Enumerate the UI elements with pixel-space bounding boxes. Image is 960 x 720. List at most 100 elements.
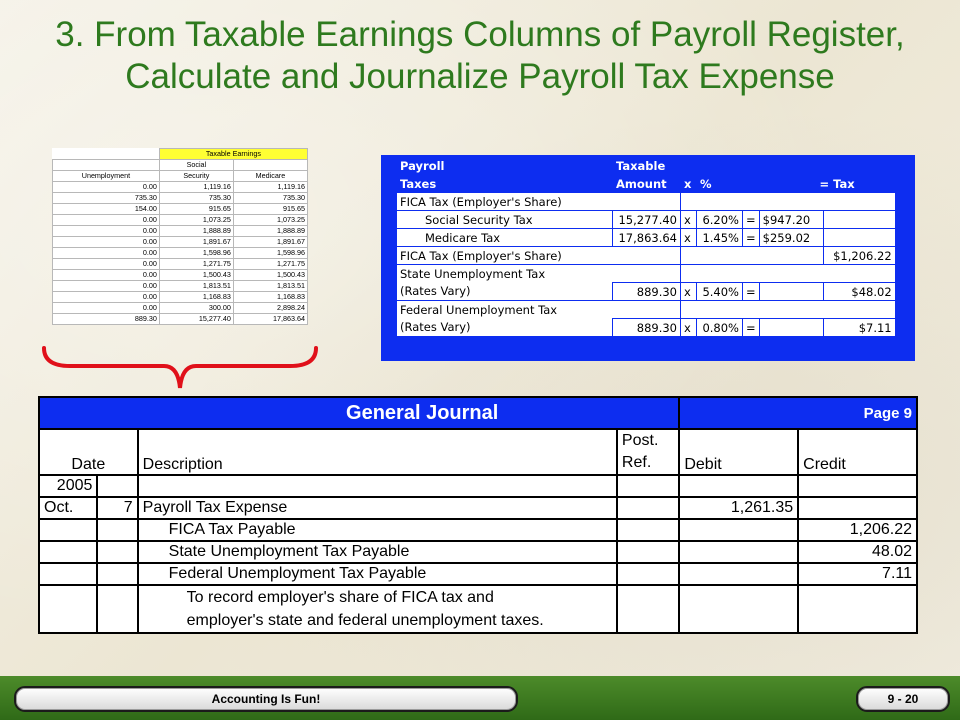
col-header-post-ref: Post. Ref.: [615, 428, 681, 476]
social-security-value: 1,598.96: [158, 247, 234, 259]
total-social-security: 15,277.40: [158, 313, 234, 325]
blank-cell: [822, 210, 896, 229]
blank-cell: [678, 396, 799, 430]
journal-memo: To record employer's share of FICA tax a…: [136, 584, 618, 634]
social-security-value: 1,888.89: [158, 225, 234, 237]
state-amount: 889.30: [612, 282, 681, 301]
state-rate: 5.40%: [696, 282, 743, 301]
earnings-row: 0.00 1,119.16 1,119.16: [52, 181, 309, 193]
entry-debit: [678, 562, 800, 586]
state-label-1: State Unemployment Tax: [396, 264, 681, 283]
medicare-eq: =: [742, 228, 760, 247]
unemployment-value: 0.00: [52, 214, 160, 226]
col-header-social-line2: Security: [158, 170, 234, 182]
entry-description: FICA Tax Payable: [136, 518, 618, 542]
unemployment-value: 0.00: [52, 181, 160, 193]
blank-cell: [797, 584, 918, 634]
federal-amount: 889.30: [612, 318, 681, 337]
hdr-pct: %: [696, 174, 743, 193]
blank-cell: [96, 562, 139, 586]
taxable-earnings-header: Taxable Earnings: [158, 148, 309, 160]
blank-cell: [615, 518, 681, 542]
blank-cell: [37, 584, 99, 634]
journal-row: Oct. 7 Payroll Tax Expense 1,261.35: [37, 496, 918, 520]
unemployment-value: 0.00: [52, 225, 160, 237]
social-security-value: 735.30: [158, 192, 234, 204]
social-security-value: 915.65: [158, 203, 234, 215]
ss-amount: 15,277.40: [612, 210, 681, 229]
footer-course-label: Accounting Is Fun!: [14, 686, 518, 712]
entry-credit: 7.11: [797, 562, 918, 586]
col-header-unemployment: Unemployment: [52, 170, 160, 182]
medicare-value: 1,119.16: [232, 181, 309, 193]
hdr-x: x: [680, 174, 697, 193]
state-label-2: (Rates Vary): [396, 282, 613, 301]
blank-cell: [797, 474, 918, 498]
medicare-label: Medicare Tax: [396, 228, 613, 247]
entry-credit: 1,206.22: [797, 518, 918, 542]
medicare-amount: 17,863.64: [612, 228, 681, 247]
taxable-earnings-rows: 0.00 1,119.16 1,119.16 735.30 735.30 735.30 15…: [52, 181, 309, 314]
medicare-value: 915.65: [232, 203, 309, 215]
unemployment-value: 0.00: [52, 269, 160, 281]
blank-cell: [96, 540, 139, 564]
earnings-row: 0.00 300.00 2,898.24: [52, 302, 309, 314]
social-security-value: 1,813.51: [158, 280, 234, 292]
blank-header-cell: [232, 159, 309, 171]
unemployment-value: 0.00: [52, 302, 160, 314]
social-security-value: 1,073.25: [158, 214, 234, 226]
earnings-row: 735.30 735.30 735.30: [52, 192, 309, 204]
hdr-blank: [680, 156, 896, 175]
journal-title: General Journal: [37, 396, 681, 430]
blank-header-cell: [52, 159, 160, 171]
medicare-value: 1,271.75: [232, 258, 309, 270]
blank-cell: [615, 562, 681, 586]
fica-heading: FICA Tax (Employer's Share): [396, 192, 681, 211]
entry-debit: [678, 540, 800, 564]
social-security-value: 1,168.83: [158, 291, 234, 303]
slide-title: 3. From Taxable Earnings Columns of Payr…: [0, 14, 960, 98]
journal-row: Federal Unemployment Tax Payable 7.11: [37, 562, 918, 586]
post-label: Post.: [621, 432, 659, 449]
journal-page-number: Page 9: [798, 396, 918, 430]
hdr-eq-tax: = Tax: [742, 174, 896, 193]
total-unemployment: 889.30: [52, 313, 160, 325]
blank-cell: [678, 474, 800, 498]
blank-cell: [758, 318, 824, 337]
payroll-tax-table: Payroll Taxable Taxes Amount x % = Tax F…: [396, 156, 896, 337]
earnings-row: 0.00 1,891.67 1,891.67: [52, 236, 309, 248]
blank-cell: [680, 246, 824, 265]
journal-row: FICA Tax Payable 1,206.22: [37, 518, 918, 542]
journal-year: 2005: [37, 474, 99, 498]
taxable-earnings-totals: 889.30 15,277.40 17,863.64: [52, 313, 309, 325]
entry-credit: [797, 496, 918, 520]
earnings-row: 154.00 915.65 915.65: [52, 203, 309, 215]
col-header-social-line1: Social: [158, 159, 234, 171]
medicare-x: x: [680, 228, 697, 247]
entry-description: State Unemployment Tax Payable: [136, 540, 618, 564]
medicare-value: 1,168.83: [232, 291, 309, 303]
col-header-description: Description: [136, 428, 618, 476]
federal-x: x: [680, 318, 697, 337]
earnings-row: 0.00 1,073.25 1,073.25: [52, 214, 309, 226]
col-header-medicare: Medicare: [232, 170, 309, 182]
unemployment-value: 0.00: [52, 291, 160, 303]
state-tax: $48.02: [822, 282, 896, 301]
blank-cell: [615, 496, 681, 520]
medicare-value: 1,813.51: [232, 280, 309, 292]
blank-cell: [678, 584, 800, 634]
title-line-1: 3. From Taxable Earnings Columns of Payr…: [55, 15, 905, 54]
blank-cell: [615, 474, 681, 498]
federal-rate: 0.80%: [696, 318, 743, 337]
social-security-value: 1,119.16: [158, 181, 234, 193]
hdr-payroll: Payroll: [396, 156, 613, 175]
social-security-value: 1,271.75: [158, 258, 234, 270]
blank-cell: [615, 540, 681, 564]
blank-cell: [822, 228, 896, 247]
journal-row-year: 2005: [37, 474, 918, 498]
ss-rate: 6.20%: [696, 210, 743, 229]
general-journal: General Journal Page 9 Date Description …: [37, 396, 918, 634]
journal-month: Oct.: [37, 496, 99, 520]
federal-label-1: Federal Unemployment Tax: [396, 300, 681, 319]
medicare-value: 1,500.43: [232, 269, 309, 281]
